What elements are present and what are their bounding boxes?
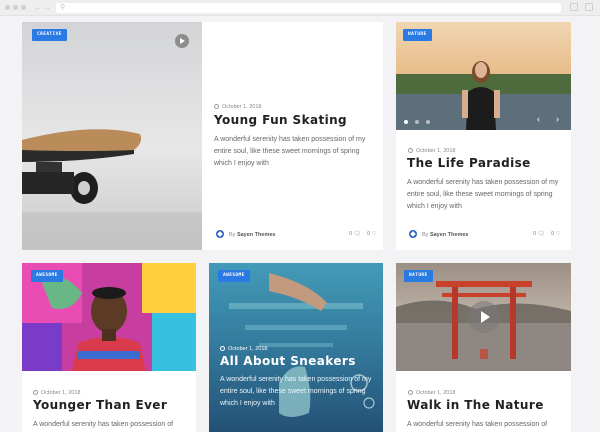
window-dot-icon[interactable] xyxy=(13,5,18,10)
post-image-skateboard[interactable]: CREATIVE xyxy=(22,22,202,250)
post-card[interactable]: CREATIVE October 1, 2018 Young Fun Skati… xyxy=(22,22,383,250)
likes-count: 0 xyxy=(349,231,353,237)
post-excerpt: A wonderful serenity has taken possessio… xyxy=(220,376,372,407)
browser-toolbar: ← → ⚲ xyxy=(0,0,600,16)
clock-icon xyxy=(408,148,413,153)
post-excerpt: A wonderful serenity has taken possessio… xyxy=(33,421,174,428)
clock-icon xyxy=(408,390,413,395)
category-badge[interactable]: AWESOME xyxy=(218,270,250,282)
post-date: October 1, 2018 xyxy=(214,104,261,111)
category-badge[interactable]: NATURE xyxy=(404,270,433,282)
slider-dot[interactable] xyxy=(426,120,430,124)
address-bar[interactable]: ⚲ xyxy=(56,3,561,13)
chevron-right-icon[interactable]: › xyxy=(556,114,559,124)
post-date: October 1, 2018 xyxy=(33,390,80,397)
post-date-text: October 1, 2018 xyxy=(416,148,456,154)
comments-count: 0 xyxy=(367,231,371,237)
slider-dot[interactable] xyxy=(415,120,419,124)
post-date-text: October 1, 2018 xyxy=(228,346,268,352)
search-icon: ⚲ xyxy=(60,4,66,11)
window-dot-icon[interactable] xyxy=(5,5,10,10)
post-stats: 0 🗨 0 ♡ xyxy=(533,231,561,237)
author-logo-icon xyxy=(216,230,224,238)
post-card[interactable]: NATURE ‹ › October 1, 2018 The Life Para… xyxy=(396,22,571,250)
likes-count: 0 xyxy=(533,231,537,237)
post-title[interactable]: All About Sneakers xyxy=(220,354,356,368)
author-prefix: By xyxy=(422,232,429,238)
post-title[interactable]: Young Fun Skating xyxy=(214,113,347,127)
comments-count: 0 xyxy=(551,231,555,237)
share-icon[interactable] xyxy=(570,3,578,11)
author-name[interactable]: Sayen Themes xyxy=(237,232,276,238)
play-icon[interactable] xyxy=(468,301,500,333)
category-badge[interactable]: AWESOME xyxy=(31,270,63,282)
post-date-text: October 1, 2018 xyxy=(416,390,456,396)
author-prefix: By xyxy=(229,232,236,238)
post-title[interactable]: Walk in The Nature xyxy=(407,398,544,412)
post-card[interactable]: AWESOME October 1, 2018 All About Sneake… xyxy=(209,263,383,432)
post-title[interactable]: The Life Paradise xyxy=(407,156,531,170)
post-image-torii[interactable]: NATURE xyxy=(396,263,571,371)
post-author[interactable]: By Sayen Themes xyxy=(409,230,468,239)
slider-dot[interactable] xyxy=(404,120,408,124)
window-dot-icon[interactable] xyxy=(21,5,26,10)
author-logo-icon xyxy=(409,230,417,238)
post-stats: 0 🗨 0 ♡ xyxy=(349,231,377,237)
clock-icon xyxy=(33,390,38,395)
clock-icon xyxy=(214,104,219,109)
author-name[interactable]: Sayen Themes xyxy=(430,232,469,238)
skateboard-photo xyxy=(22,22,202,250)
chevron-left-icon[interactable]: ‹ xyxy=(537,114,540,124)
post-date-text: October 1, 2018 xyxy=(222,104,262,110)
post-date: October 1, 2018 xyxy=(220,346,267,353)
post-date: October 1, 2018 xyxy=(408,390,455,397)
post-card[interactable]: NATURE October 1, 2018 Walk in The Natur… xyxy=(396,263,571,432)
post-card[interactable]: AWESOME October 1, 2018 Younger Than Eve… xyxy=(22,263,196,432)
back-arrow-icon[interactable]: ← xyxy=(34,3,42,13)
category-badge[interactable]: CREATIVE xyxy=(32,29,67,41)
post-author[interactable]: By Sayen Themes xyxy=(216,230,275,239)
post-image-woman-lake[interactable]: NATURE ‹ › xyxy=(396,22,571,130)
clock-icon xyxy=(220,346,225,351)
post-title[interactable]: Younger Than Ever xyxy=(33,398,167,412)
post-excerpt: A wonderful serenity has taken possessio… xyxy=(407,179,559,210)
tabs-icon[interactable] xyxy=(585,3,593,11)
forward-arrow-icon[interactable]: → xyxy=(43,3,51,13)
post-date: October 1, 2018 xyxy=(408,148,455,155)
category-badge[interactable]: NATURE xyxy=(403,29,432,41)
post-excerpt: A wonderful serenity has taken possessio… xyxy=(214,136,366,167)
post-excerpt: A wonderful serenity has taken possessio… xyxy=(407,421,548,428)
post-image-portrait[interactable]: AWESOME xyxy=(22,263,196,371)
play-icon[interactable] xyxy=(175,34,189,48)
post-date-text: October 1, 2018 xyxy=(41,390,81,396)
